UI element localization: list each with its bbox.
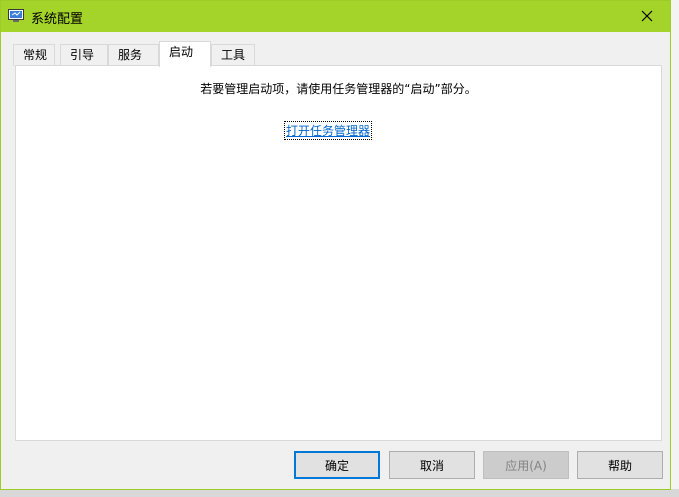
title-bar[interactable]: 系统配置 [1, 1, 670, 32]
startup-message: 若要管理启动项，请使用任务管理器的“启动”部分。 [200, 82, 477, 96]
background-bottom [0, 489, 679, 497]
cancel-button[interactable]: 取消 [389, 451, 475, 479]
tab-startup[interactable]: 启动 [159, 41, 211, 67]
tab-tools[interactable]: 工具 [211, 44, 255, 66]
tab-general[interactable]: 常规 [13, 44, 55, 66]
startup-panel: 若要管理启动项，请使用任务管理器的“启动”部分。 打开任务管理器 [15, 65, 662, 441]
window-title: 系统配置 [31, 12, 84, 27]
system-config-window: 系统配置 常规 引导 服务 启动 工具 若要管理启动项，请使用任务管理器的“启动… [0, 0, 671, 490]
tab-services[interactable]: 服务 [108, 44, 159, 66]
system-config-icon [8, 9, 24, 23]
open-task-manager-link[interactable]: 打开任务管理器 [284, 121, 373, 140]
help-button[interactable]: 帮助 [577, 451, 663, 479]
ok-button[interactable]: 确定 [294, 451, 380, 479]
close-icon [641, 10, 653, 22]
close-button[interactable] [624, 1, 670, 31]
apply-button[interactable]: 应用(A) [483, 451, 569, 479]
tab-boot[interactable]: 引导 [60, 44, 108, 66]
